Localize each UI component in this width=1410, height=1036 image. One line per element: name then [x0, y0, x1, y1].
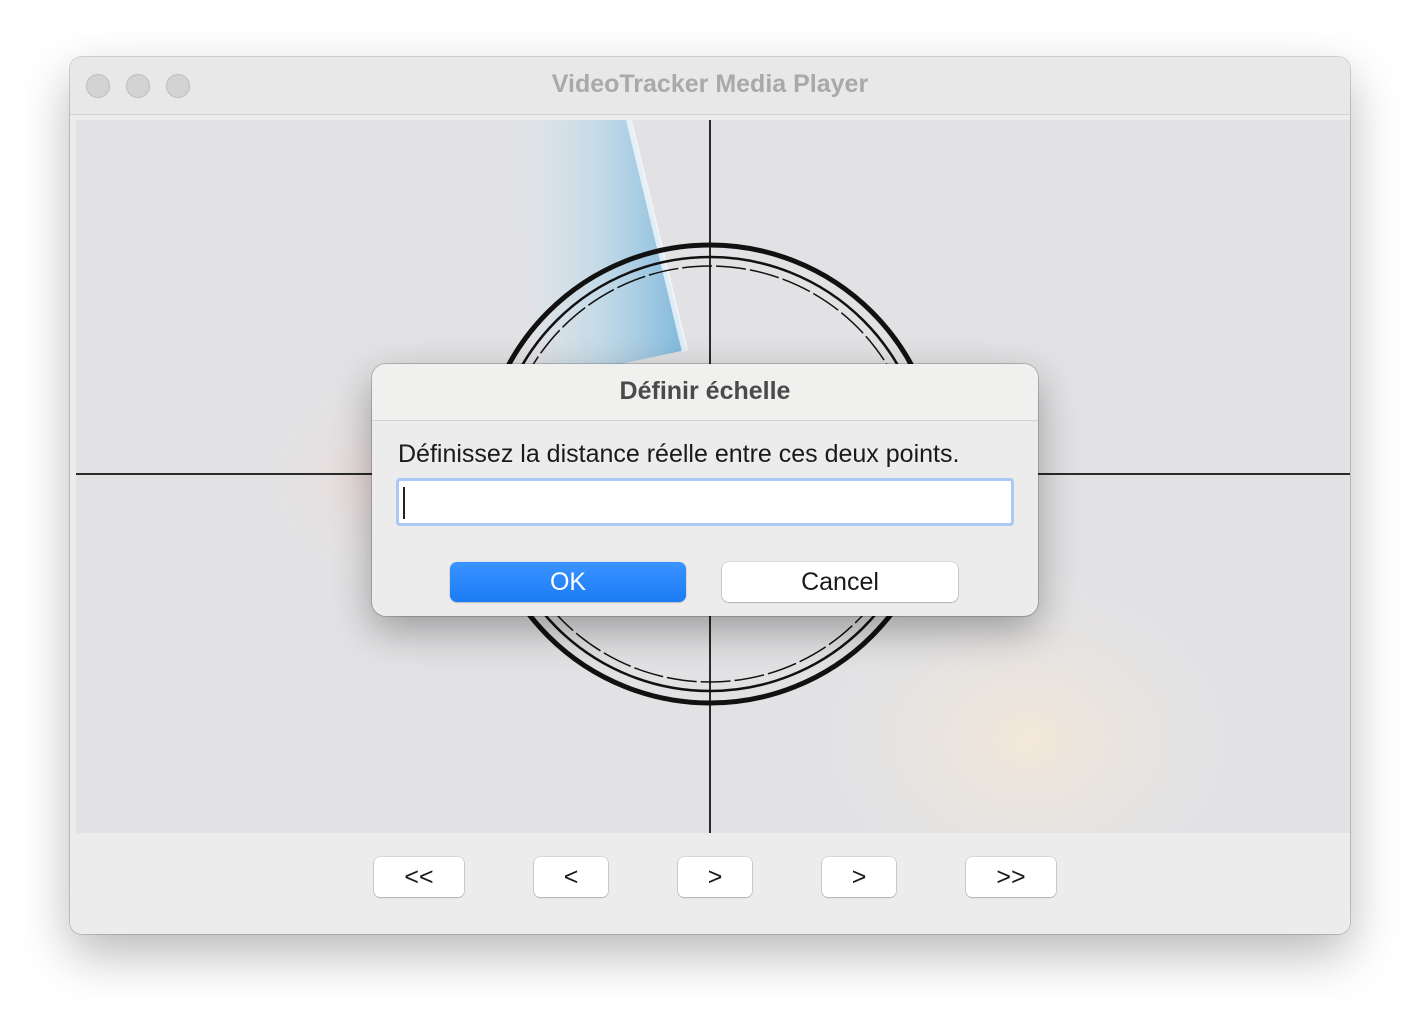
window-title: VideoTracker Media Player	[551, 70, 869, 98]
text-caret	[403, 487, 405, 519]
next-frame-button[interactable]: >	[822, 857, 896, 897]
play-button[interactable]: >	[678, 857, 752, 897]
previous-frame-button[interactable]: <	[534, 857, 608, 897]
ok-button[interactable]: OK	[450, 562, 686, 602]
set-scale-dialog: Définir échelle Définissez la distance r…	[372, 364, 1038, 616]
playback-controls: << < > > >>	[70, 833, 1350, 934]
dialog-title: Définir échelle	[619, 377, 791, 405]
distance-input[interactable]	[396, 478, 1014, 526]
dialog-header: Définir échelle	[372, 364, 1038, 421]
dialog-message: Définissez la distance réelle entre ces …	[398, 440, 960, 468]
last-frame-button[interactable]: >>	[966, 857, 1056, 897]
first-frame-button[interactable]: <<	[374, 857, 464, 897]
title-bar[interactable]: VideoTracker Media Player	[70, 57, 1350, 115]
cancel-button[interactable]: Cancel	[722, 562, 958, 602]
